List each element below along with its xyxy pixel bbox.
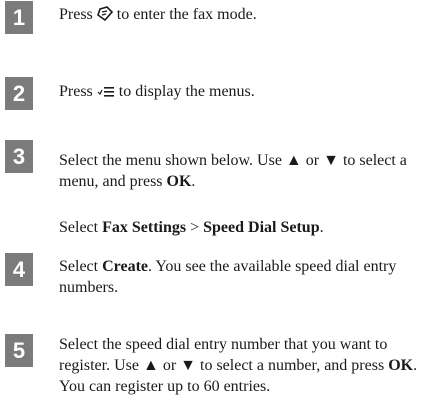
step-number: 5: [12, 337, 26, 363]
fax-icon: [96, 6, 113, 27]
menu-icon: [97, 83, 115, 104]
step-instruction: Select the menu shown below. Use ▲ or ▼ …: [59, 152, 407, 190]
step-text-part: to display the menus.: [114, 83, 255, 100]
step-number: 2: [12, 80, 26, 106]
menu-fax-settings: Fax Settings: [102, 219, 187, 236]
create-option: Create: [102, 258, 148, 275]
step-number: 4: [12, 256, 26, 282]
down-arrow-icon: ▼: [323, 152, 339, 169]
step-number-badge: 4: [5, 253, 33, 286]
step-text-part: Press: [59, 83, 97, 100]
step-number-badge: 1: [5, 1, 33, 34]
step-number-badge: 3: [5, 140, 33, 173]
step-text: Press to display the menus.: [59, 81, 429, 104]
ok-button-label: OK: [388, 357, 414, 374]
menu-path: Select Fax Settings > Speed Dial Setup.: [59, 219, 324, 236]
step-text: Select Create. You see the available spe…: [59, 258, 397, 296]
step-text-part: to enter the fax mode.: [112, 6, 257, 23]
step-number: 1: [12, 4, 26, 30]
step-number-badge: 2: [5, 77, 33, 110]
up-arrow-icon: ▲: [285, 152, 302, 169]
step-text: Select the speed dial entry number that …: [59, 336, 418, 395]
ok-button-label: OK: [166, 173, 192, 190]
menu-speed-dial-setup: Speed Dial Setup: [203, 219, 320, 236]
step-text-part: Press: [59, 6, 97, 23]
down-arrow-icon: ▼: [180, 357, 196, 374]
up-arrow-icon: ▲: [142, 357, 159, 374]
step-text: Press to enter the fax mode.: [59, 4, 429, 27]
step-number-badge: 5: [5, 334, 33, 367]
step-number: 3: [12, 143, 26, 169]
